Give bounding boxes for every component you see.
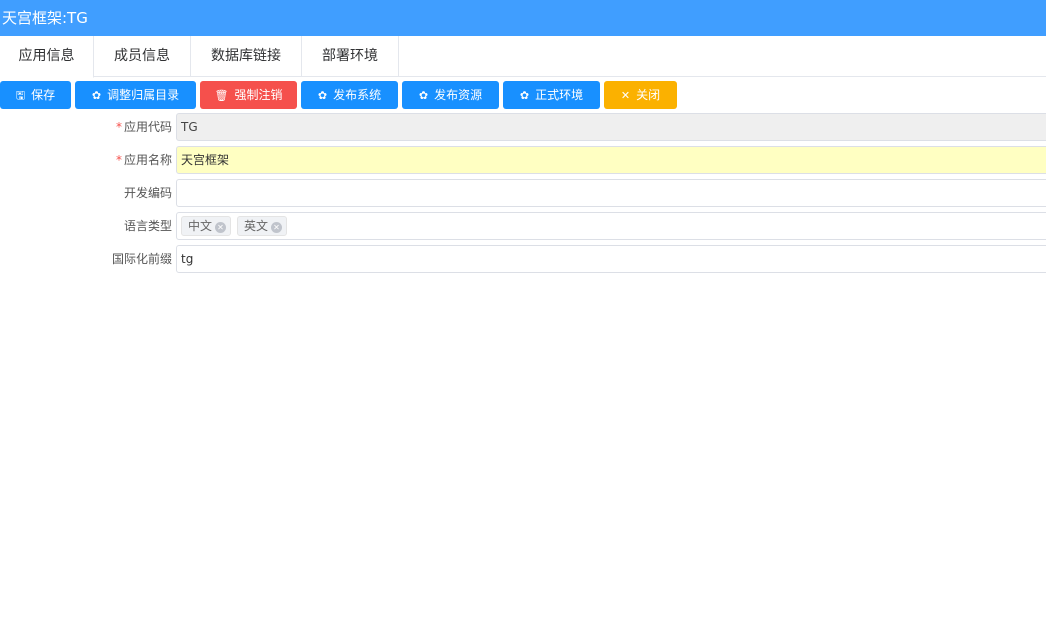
i18n-prefix-label: 国际化前缀 bbox=[111, 252, 172, 266]
language-select[interactable]: 中文 ✕ 英文 ✕ bbox=[176, 212, 1046, 240]
gear-icon: ✿ bbox=[317, 89, 328, 102]
form-row-app-code: * 应用代码 TG bbox=[0, 113, 1046, 142]
force-cancel-label: 强制注销 bbox=[234, 88, 283, 102]
gear-icon: ✿ bbox=[91, 89, 102, 102]
dev-code-label: 开发编码 bbox=[123, 186, 172, 200]
tab-members[interactable]: 成员信息 bbox=[94, 36, 191, 77]
tab-app-info[interactable]: 应用信息 bbox=[0, 36, 94, 78]
save-button[interactable]: 🖫 保存 bbox=[0, 81, 71, 109]
adjust-directory-label: 调整归属目录 bbox=[107, 88, 180, 102]
app-code-field: TG bbox=[176, 113, 1046, 141]
close-button-label: 关闭 bbox=[636, 88, 661, 102]
production-env-label: 正式环境 bbox=[535, 88, 584, 102]
gear-icon: ✿ bbox=[519, 89, 530, 102]
close-button[interactable]: ✕ 关闭 bbox=[604, 81, 677, 109]
production-env-button[interactable]: ✿ 正式环境 bbox=[503, 81, 600, 109]
form-row-language: 语言类型 中文 ✕ 英文 ✕ bbox=[0, 212, 1046, 241]
dev-code-field[interactable] bbox=[176, 179, 1046, 207]
window-title: 天宫框架:TG bbox=[0, 0, 1046, 36]
adjust-directory-button[interactable]: ✿ 调整归属目录 bbox=[75, 81, 196, 109]
form-row-dev-code: 开发编码 bbox=[0, 179, 1046, 208]
i18n-prefix-field[interactable]: tg bbox=[176, 245, 1046, 273]
trash-icon: 🗑 bbox=[214, 89, 229, 102]
publish-system-label: 发布系统 bbox=[333, 88, 382, 102]
tab-bar: 应用信息 成员信息 数据库链接 部署环境 bbox=[0, 36, 1046, 78]
force-cancel-button[interactable]: 🗑 强制注销 bbox=[200, 81, 297, 109]
close-icon: ✕ bbox=[620, 89, 631, 102]
gear-icon: ✿ bbox=[418, 89, 429, 102]
publish-resource-button[interactable]: ✿ 发布资源 bbox=[402, 81, 499, 109]
app-code-label: * 应用代码 bbox=[115, 120, 172, 134]
tab-deploy-env[interactable]: 部署环境 bbox=[302, 36, 399, 77]
required-mark: * bbox=[115, 120, 122, 134]
app-name-label: * 应用名称 bbox=[115, 153, 172, 167]
save-button-label: 保存 bbox=[31, 88, 56, 102]
tab-database-links[interactable]: 数据库链接 bbox=[191, 36, 302, 77]
required-mark: * bbox=[115, 153, 122, 167]
language-tag: 英文 ✕ bbox=[237, 216, 288, 236]
publish-system-button[interactable]: ✿ 发布系统 bbox=[301, 81, 398, 109]
save-icon: 🖫 bbox=[15, 89, 26, 102]
tag-remove-icon[interactable]: ✕ bbox=[215, 222, 227, 233]
language-label: 语言类型 bbox=[123, 219, 172, 233]
form-row-app-name: * 应用名称 天宫框架 bbox=[0, 146, 1046, 175]
publish-resource-label: 发布资源 bbox=[434, 88, 483, 102]
form-row-i18n-prefix: 国际化前缀 tg bbox=[0, 245, 1046, 274]
language-tag: 中文 ✕ bbox=[181, 216, 232, 236]
tag-remove-icon[interactable]: ✕ bbox=[271, 222, 283, 233]
app-name-field[interactable]: 天宫框架 bbox=[176, 146, 1046, 174]
